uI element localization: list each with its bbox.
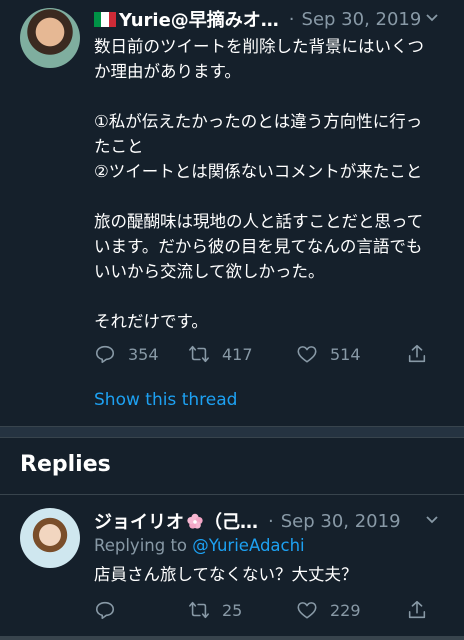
avatar[interactable] bbox=[20, 508, 80, 568]
avatar[interactable] bbox=[20, 8, 80, 68]
share-icon bbox=[408, 344, 426, 363]
tweet-line bbox=[94, 84, 446, 109]
tweet-line bbox=[94, 184, 446, 209]
replies-heading: Replies bbox=[20, 452, 111, 477]
separator-dot: · bbox=[268, 510, 274, 532]
chevron-down-icon[interactable] bbox=[424, 512, 440, 528]
reply-icon bbox=[95, 345, 115, 364]
tweet-line: たこと bbox=[94, 137, 144, 156]
tweet-actions: 354 417 514 bbox=[94, 341, 444, 367]
retweet-count: 417 bbox=[222, 344, 253, 364]
tweet-line: 旅の醍醐味は現地の人と話すことだと思って bbox=[94, 212, 424, 231]
reply-date[interactable]: Sep 30, 2019 bbox=[281, 511, 401, 532]
tweet-header: Yurie@早摘みオ… · Sep 30, 2019 bbox=[94, 6, 421, 32]
divider bbox=[0, 494, 464, 495]
share-button[interactable] bbox=[406, 599, 428, 621]
tweet-line: いいから交流して欲しかった。 bbox=[94, 262, 325, 281]
main-tweet[interactable]: Yurie@早摘みオ… · Sep 30, 2019 数日前のツイートを削除した… bbox=[0, 0, 464, 426]
like-count: 229 bbox=[330, 600, 361, 620]
replying-prefix: Replying to bbox=[94, 536, 188, 555]
share-button[interactable] bbox=[406, 343, 428, 365]
reply-icon bbox=[95, 601, 115, 620]
reply-button[interactable] bbox=[94, 599, 188, 621]
mention-link[interactable]: @YurieAdachi bbox=[192, 536, 304, 555]
reply-text: 店員さん旅してなくない？大丈夫？ bbox=[94, 565, 358, 584]
divider bbox=[0, 636, 464, 640]
tweet-line: ②ツイートとは関係ないコメントが来たこと bbox=[94, 162, 423, 181]
like-button[interactable]: 229 bbox=[296, 599, 406, 621]
retweet-icon bbox=[189, 601, 209, 619]
reply-button[interactable]: 354 bbox=[94, 343, 188, 365]
italy-flag-icon bbox=[94, 11, 116, 27]
author-name-suffix: （己… bbox=[204, 512, 258, 533]
section-separator bbox=[0, 426, 464, 438]
heart-icon bbox=[297, 346, 317, 363]
retweet-button[interactable]: 417 bbox=[188, 343, 296, 365]
chevron-down-icon[interactable] bbox=[424, 10, 440, 26]
heart-icon bbox=[297, 602, 317, 619]
show-thread-link[interactable]: Show this thread bbox=[94, 390, 237, 410]
tweet-line: それだけです。 bbox=[94, 312, 208, 331]
tweet-text: 数日前のツイートを削除した背景にはいくつ か理由があります。 ①私が伝えたかった… bbox=[94, 34, 446, 334]
tweet-date[interactable]: Sep 30, 2019 bbox=[302, 9, 422, 30]
like-count: 514 bbox=[330, 344, 361, 364]
tweet-line: 数日前のツイートを削除した背景にはいくつ bbox=[94, 37, 424, 56]
replying-to: Replying to @YurieAdachi bbox=[94, 536, 305, 555]
separator-dot: · bbox=[288, 8, 295, 30]
like-button[interactable]: 514 bbox=[296, 343, 406, 365]
author-name[interactable]: ジョイリオ bbox=[94, 508, 184, 534]
reply-actions: 25 229 bbox=[94, 597, 444, 623]
share-icon bbox=[408, 600, 426, 619]
tweet-line bbox=[94, 284, 446, 309]
retweet-button[interactable]: 25 bbox=[188, 599, 296, 621]
tweet-line: います。だから彼の目を見てなんの言語でも bbox=[94, 237, 423, 256]
tweet-line: か理由があります。 bbox=[94, 62, 241, 81]
reply-header: ジョイリオ （己… · Sep 30, 2019 bbox=[94, 508, 401, 534]
retweet-icon bbox=[189, 345, 209, 363]
retweet-count: 25 bbox=[222, 600, 243, 620]
reply-count: 354 bbox=[128, 344, 159, 364]
author-name[interactable]: Yurie@早摘みオ… bbox=[119, 6, 279, 32]
sakura-icon bbox=[187, 513, 203, 529]
tweet-line: ①私が伝えたかったのとは違う方向性に行っ bbox=[94, 112, 423, 131]
